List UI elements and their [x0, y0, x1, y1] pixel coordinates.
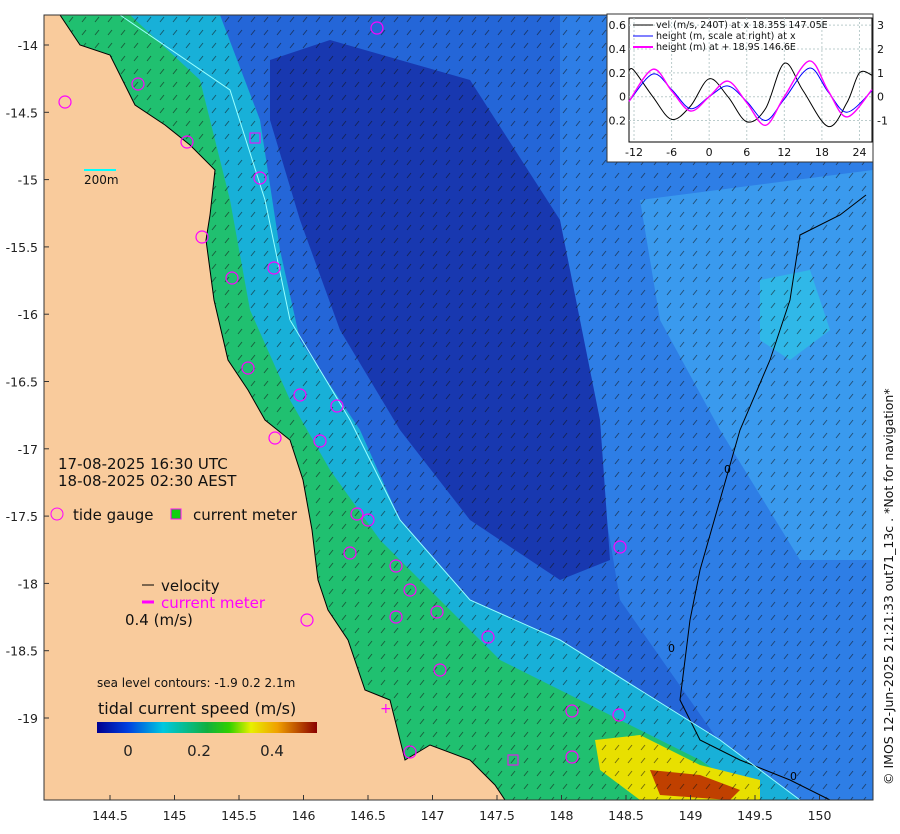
colorbar-tick: 0.2: [187, 742, 211, 760]
lat-tick-label: -18: [18, 576, 38, 591]
inset-y-right-tick: -1: [877, 115, 888, 128]
lon-tick-label: 147.5: [479, 808, 515, 823]
inset-y-left-tick: 0.2: [609, 115, 627, 128]
inset-y-left-tick: 0.6: [609, 19, 627, 32]
inset-legend-label: height (m, scale at right) at x: [656, 31, 796, 42]
lon-tick-label: 148: [550, 808, 574, 823]
inset-x-tick: 18: [815, 146, 829, 159]
lon-tick-label: 145.5: [221, 808, 257, 823]
arrow-scale-label: 0.4 (m/s): [125, 611, 193, 629]
inset-legend-label: height (m) at + 18.9S 146.6E: [656, 42, 796, 53]
latitude-axis: -14 -14.5 -15 -15.5 -16 -16.5 -17 -17.5 -18 -18.5…: [6, 38, 49, 726]
lon-tick-label: 149.5: [737, 808, 773, 823]
lat-tick-label: -14: [18, 38, 38, 53]
current-meter-legend-label: current meter: [193, 506, 298, 524]
lon-tick-label: 144.5: [92, 808, 128, 823]
lon-tick-label: 145: [163, 808, 187, 823]
colorbar-tick: 0.4: [260, 742, 284, 760]
inset-x-tick: -12: [625, 146, 643, 159]
lat-tick-label: -14.5: [6, 105, 38, 120]
colorbar-title: tidal current speed (m/s): [98, 699, 296, 718]
colorbar: [97, 722, 317, 733]
credit-text: © IMOS 12-Jun-2025 21:21:33 out71_13c . …: [881, 388, 896, 785]
lat-tick-label: -17.5: [6, 509, 38, 524]
inset-x-tick: 6: [743, 146, 750, 159]
velocity-legend-label: velocity: [161, 577, 220, 595]
contours-label: sea level contours: -1.9 0.2 2.1m: [97, 676, 295, 690]
lat-tick-label: -17: [18, 442, 38, 457]
inset-y-right-tick: 1: [877, 67, 884, 80]
lon-tick-label: 148.5: [608, 808, 644, 823]
time-utc: 17-08-2025 16:30 UTC: [58, 455, 228, 473]
lat-tick-label: -16.5: [6, 375, 38, 390]
inset-x-tick: 0: [706, 146, 713, 159]
lat-tick-label: -16: [18, 307, 38, 322]
scale-bar-label: 200m: [84, 173, 119, 187]
inset-x-tick: 12: [777, 146, 791, 159]
inset-x-tick: -6: [666, 146, 677, 159]
colorbar-tick: 0: [123, 742, 133, 760]
inset-y-right-tick: 2: [877, 43, 884, 56]
lon-tick-label: 146.5: [350, 808, 386, 823]
lat-tick-label: -19: [18, 711, 38, 726]
lon-tick-label: 147: [421, 808, 445, 823]
inset-chart: -12 -6 0 6 12 18 24 0.6 0.4 0.2 0 0.2 3 2 1 0 -1 vel (m/s…: [606, 13, 888, 163]
map-svg: + 0 0 0 200m 17-08-2025 16:30 UTC 18-08-…: [6, 13, 896, 823]
lon-tick-label: 149: [679, 808, 703, 823]
inset-x-tick: 24: [852, 146, 866, 159]
location-plus-marker: +: [380, 701, 392, 717]
time-aest: 18-08-2025 02:30 AEST: [58, 472, 237, 490]
lat-tick-label: -18.5: [6, 644, 38, 659]
lat-tick-label: -15: [18, 173, 38, 188]
current-meter-arrow-label: current meter: [161, 594, 266, 612]
lat-tick-label: -15.5: [6, 240, 38, 255]
lon-tick-label: 150: [808, 808, 832, 823]
current-meter-legend-icon: [170, 508, 182, 520]
lon-tick-label: 146: [292, 808, 316, 823]
tidal-map-figure: + 0 0 0 200m 17-08-2025 16:30 UTC 18-08-…: [0, 0, 900, 834]
inset-legend-label: vel (m/s, 240T) at x 18.35S 147.05E: [656, 20, 828, 31]
contour-label: 0: [724, 463, 731, 476]
inset-y-left-tick: 0: [619, 91, 626, 104]
inset-y-left-tick: 0.4: [609, 43, 627, 56]
inset-y-right-tick: 0: [877, 91, 884, 104]
contour-label: 0: [790, 770, 797, 783]
contour-label: 0: [668, 642, 675, 655]
tide-gauge-legend-label: tide gauge: [73, 506, 154, 524]
inset-y-right-tick: 3: [877, 19, 884, 32]
inset-y-left-tick: 0.2: [609, 67, 627, 80]
